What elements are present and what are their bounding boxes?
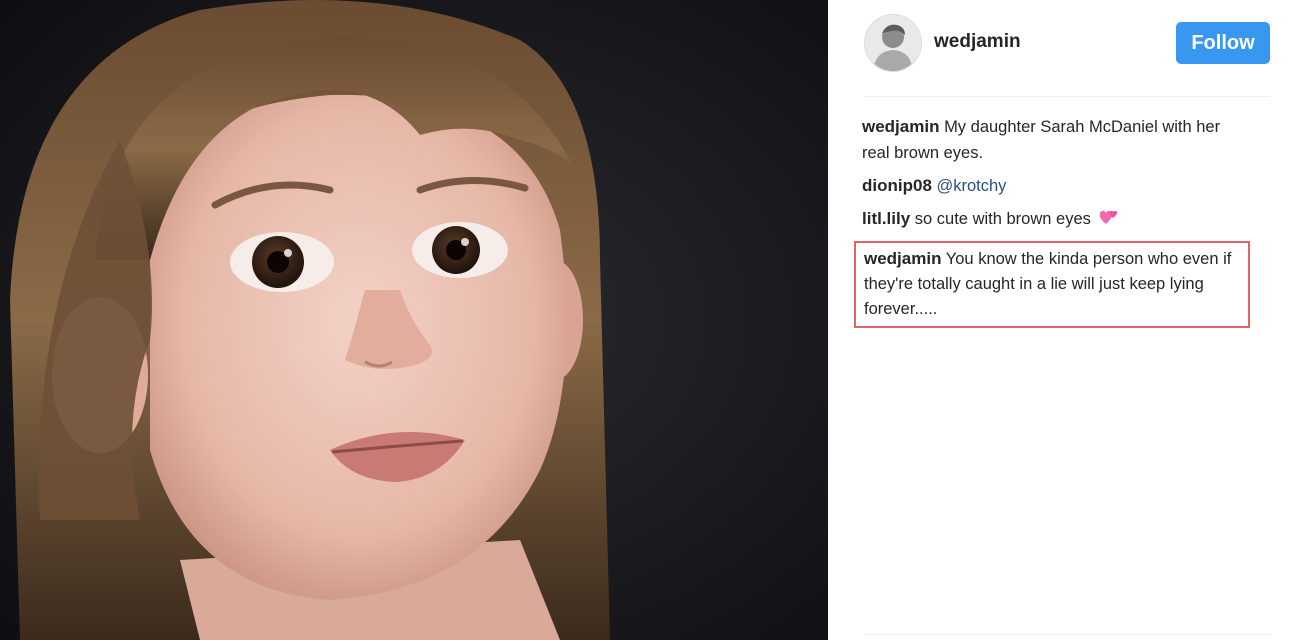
comment-author[interactable]: dionip08 [862, 176, 932, 195]
comment-text: so cute with brown eyes [914, 210, 1091, 228]
profile-photo-icon [865, 15, 921, 71]
footer-divider [864, 634, 1270, 635]
post-photo[interactable] [0, 0, 828, 640]
comment-item: dionip08 @krotchy [862, 173, 1252, 199]
avatar[interactable] [864, 14, 922, 72]
follow-button[interactable]: Follow [1176, 22, 1270, 64]
post-side-panel: wedjamin Follow wedjamin My daughter Sar… [828, 0, 1291, 640]
comment-item: litl.lily so cute with brown eyes [862, 206, 1252, 234]
comment-mention[interactable]: @krotchy [937, 177, 1007, 195]
comment-author[interactable]: wedjamin [862, 117, 939, 136]
comment-author[interactable]: litl.lily [862, 209, 910, 228]
header-divider [864, 96, 1270, 97]
highlighted-comment: wedjamin You know the kinda person who e… [854, 241, 1250, 328]
comments-list: wedjamin My daughter Sarah McDaniel with… [854, 114, 1252, 335]
child-portrait-photo [0, 0, 828, 640]
two-hearts-icon [1098, 208, 1120, 234]
comment-author[interactable]: wedjamin [864, 249, 941, 268]
instagram-post-view: wedjamin Follow wedjamin My daughter Sar… [0, 0, 1291, 640]
comment-item: wedjamin My daughter Sarah McDaniel with… [862, 114, 1252, 166]
post-author-username[interactable]: wedjamin [934, 31, 1021, 53]
post-header: wedjamin Follow [864, 14, 1270, 72]
